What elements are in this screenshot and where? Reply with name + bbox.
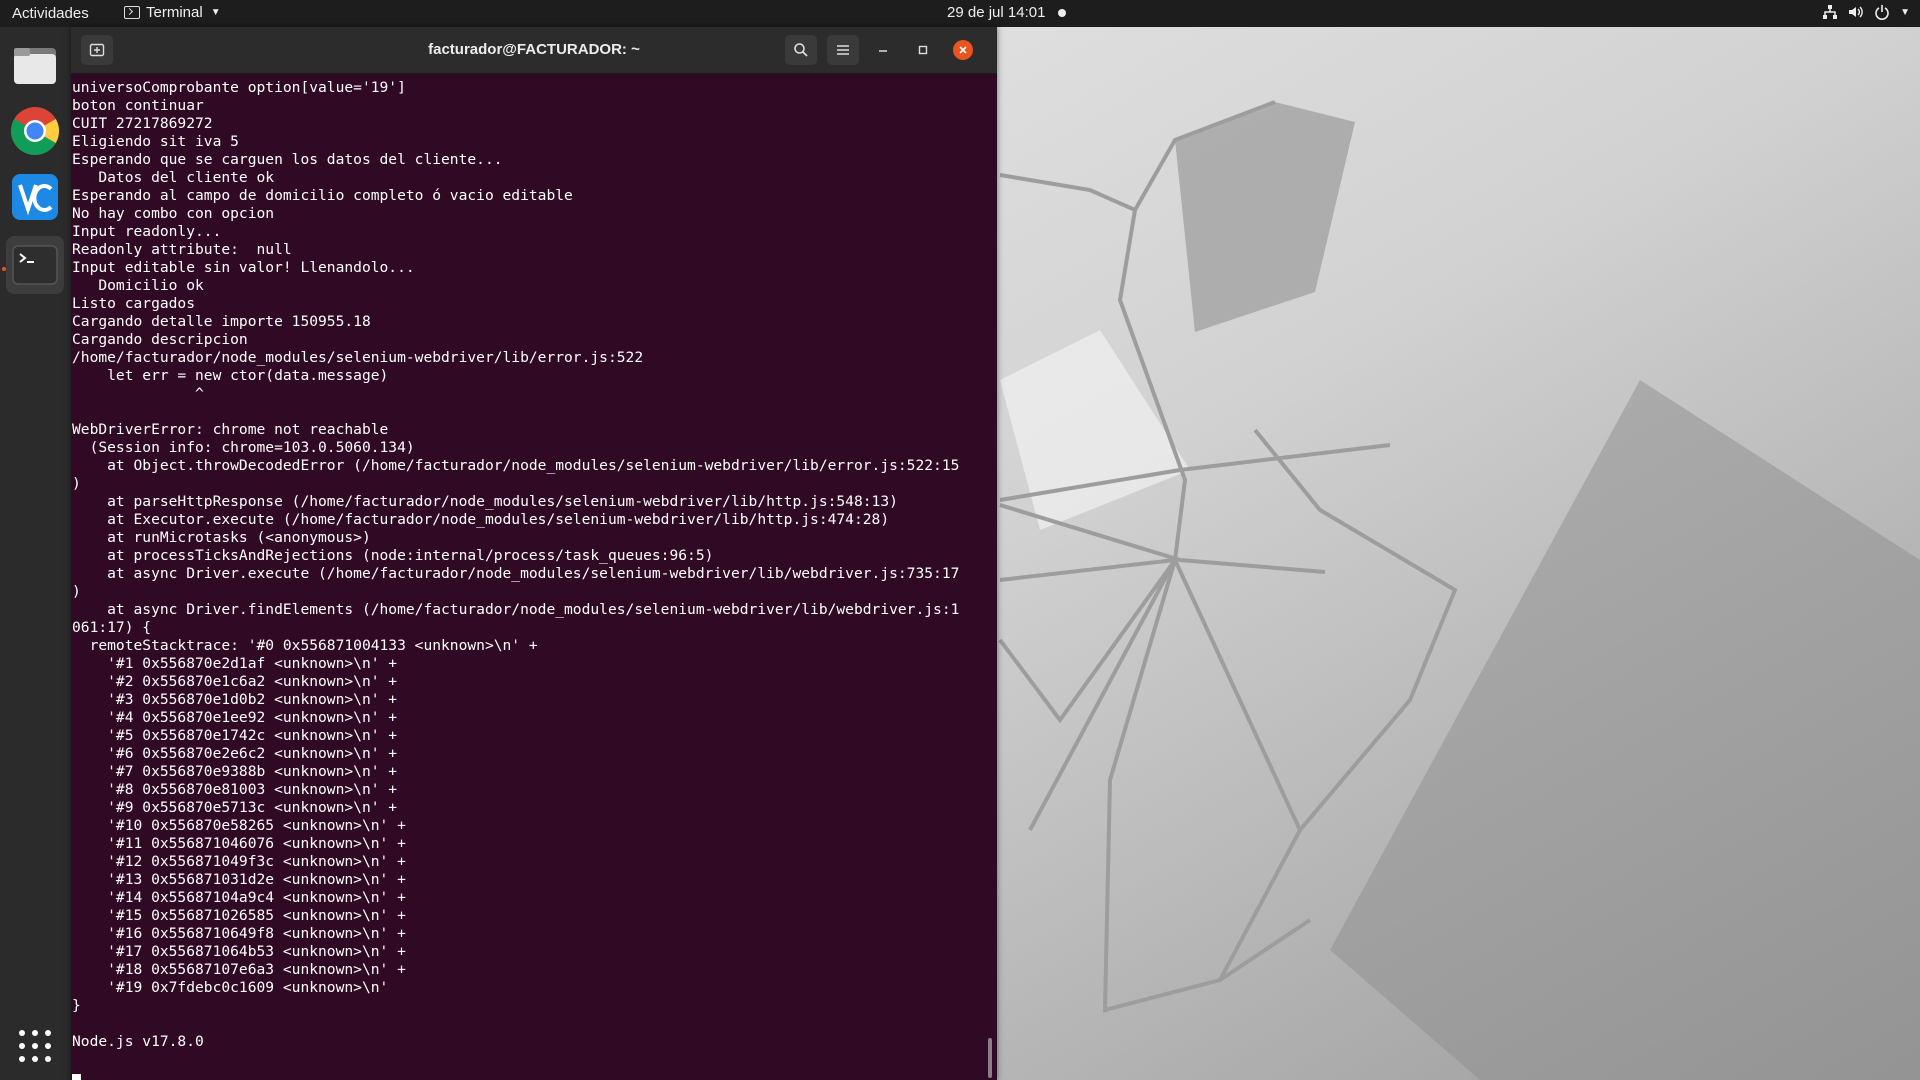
vnc-icon — [12, 174, 58, 220]
terminal-line: No hay combo con opcion — [72, 205, 275, 222]
terminal-line: '#19 0x7fdebc0c1609 <unknown>\n' — [72, 979, 389, 996]
terminal-line: '#13 0x556871031d2e <unknown>\n' + — [72, 871, 406, 888]
terminal-line: ) — [72, 475, 81, 492]
top-bar: Actividades Terminal ▼ 29 de jul 14:01 ▼ — [0, 0, 1920, 27]
terminal-line: at parseHttpResponse (/home/facturador/n… — [72, 493, 898, 510]
terminal-line: at Object.throwDecodedError (/home/factu… — [72, 457, 960, 474]
chevron-down-icon: ▼ — [1900, 6, 1910, 18]
terminal-line: Esperando que se carguen los datos del c… — [72, 151, 503, 168]
terminal-line: Readonly attribute: null — [72, 241, 292, 258]
show-applications-button[interactable] — [6, 1017, 64, 1075]
app-menu-button[interactable]: Terminal ▼ — [124, 4, 221, 21]
app-grid-icon — [19, 1030, 51, 1062]
maximize-icon — [918, 45, 928, 55]
close-button[interactable] — [953, 40, 973, 60]
terminal-line: Node.js v17.8.0 — [72, 1033, 204, 1050]
terminal-line: WebDriverError: chrome not reachable — [72, 421, 389, 438]
files-icon — [14, 48, 56, 84]
terminal-line: '#8 0x556870e81003 <unknown>\n' + — [72, 781, 398, 798]
terminal-line: at async Driver.execute (/home/facturado… — [72, 565, 960, 582]
terminal-line: '#12 0x556871049f3c <unknown>\n' + — [72, 853, 406, 870]
terminal-line: Input editable sin valor! Llenandolo... — [72, 259, 415, 276]
terminal-line: '#16 0x5568710649f8 <unknown>\n' + — [72, 925, 406, 942]
terminal-line: '#1 0x556870e2d1af <unknown>\n' + — [72, 655, 398, 672]
terminal-line: Esperando al campo de domicilio completo… — [72, 187, 573, 204]
dock — [0, 27, 71, 1080]
terminal-line: '#17 0x556871064b53 <unknown>\n' + — [72, 943, 406, 960]
text-cursor — [72, 1074, 81, 1080]
terminal-app-icon — [124, 6, 140, 19]
hamburger-menu-icon — [837, 45, 849, 55]
terminal-line: remoteStacktrace: '#0 0x556871004133 <un… — [72, 637, 538, 654]
terminal-line: at async Driver.findElements (/home/fact… — [72, 601, 960, 618]
terminal-icon — [12, 245, 58, 285]
terminal-line: 061:17) { — [72, 619, 152, 636]
terminal-line: '#7 0x556870e9388b <unknown>\n' + — [72, 763, 398, 780]
terminal-line: ) — [72, 583, 81, 600]
terminal-line: '#11 0x556871046076 <unknown>\n' + — [72, 835, 406, 852]
terminal-line: '#5 0x556870e1742c <unknown>\n' + — [72, 727, 398, 744]
terminal-line: Domicilio ok — [72, 277, 204, 294]
terminal-line: Datos del cliente ok — [72, 169, 275, 186]
terminal-line: /home/facturador/node_modules/selenium-w… — [72, 349, 644, 366]
scrollbar[interactable] — [988, 1038, 992, 1078]
terminal-window[interactable]: facturador@FACTURADOR: ~ universoComprob… — [71, 27, 997, 1080]
terminal-line: Input readonly... — [72, 223, 222, 240]
terminal-header-bar[interactable]: facturador@FACTURADOR: ~ — [71, 27, 997, 74]
menu-button[interactable] — [827, 35, 859, 65]
maximize-button[interactable] — [913, 40, 933, 60]
close-icon — [959, 46, 967, 54]
terminal-line: '#9 0x556870e5713c <unknown>\n' + — [72, 799, 398, 816]
terminal-line: '#2 0x556870e1c6a2 <unknown>\n' + — [72, 673, 398, 690]
chevron-down-icon: ▼ — [210, 7, 221, 18]
terminal-line: CUIT 27217869272 — [72, 115, 213, 132]
power-icon — [1875, 5, 1889, 20]
terminal-line: '#10 0x556870e58265 <unknown>\n' + — [72, 817, 406, 834]
dock-item-vnc[interactable] — [6, 168, 64, 226]
terminal-line: at runMicrotasks (<anonymous>) — [72, 529, 371, 546]
terminal-line: universoComprobante option[value='19'] — [72, 79, 406, 96]
terminal-line: '#4 0x556870e1ee92 <unknown>\n' + — [72, 709, 398, 726]
search-button[interactable] — [785, 35, 817, 65]
volume-icon — [1849, 6, 1863, 18]
terminal-line: '#18 0x55687107e6a3 <unknown>\n' + — [72, 961, 406, 978]
app-menu-label: Terminal — [146, 4, 203, 21]
dock-item-files[interactable] — [6, 36, 64, 94]
terminal-line: '#3 0x556870e1d0b2 <unknown>\n' + — [72, 691, 398, 708]
terminal-output[interactable]: universoComprobante option[value='19'] bo… — [71, 73, 981, 1080]
clock-button[interactable]: 29 de jul 14:01 — [947, 4, 1045, 21]
activities-button[interactable]: Actividades — [12, 5, 89, 22]
terminal-line: Eligiendo sit iva 5 — [72, 133, 239, 150]
search-icon — [794, 43, 808, 57]
terminal-line: boton continuar — [72, 97, 204, 114]
terminal-line: } — [72, 997, 81, 1014]
network-icon — [1823, 5, 1838, 19]
terminal-line: '#6 0x556870e2e6c2 <unknown>\n' + — [72, 745, 398, 762]
terminal-text: universoComprobante option[value='19'] bo… — [71, 73, 981, 1051]
terminal-line: (Session info: chrome=103.0.5060.134) — [72, 439, 415, 456]
terminal-line: ^ — [72, 385, 204, 402]
dock-item-terminal[interactable] — [6, 236, 64, 294]
terminal-line: let err = new ctor(data.message) — [72, 367, 389, 384]
minimize-icon — [879, 50, 887, 52]
terminal-line: Cargando detalle importe 150955.18 — [72, 313, 371, 330]
notification-dot — [1058, 9, 1066, 17]
minimize-button[interactable] — [873, 40, 893, 60]
terminal-line: '#14 0x55687104a9c4 <unknown>\n' + — [72, 889, 406, 906]
dock-item-chrome[interactable] — [6, 102, 64, 160]
terminal-line: at processTicksAndRejections (node:inter… — [72, 547, 714, 564]
terminal-line: Listo cargados — [72, 295, 196, 312]
terminal-line: Cargando descripcion — [72, 331, 248, 348]
system-menu-button[interactable]: ▼ — [1822, 4, 1910, 20]
terminal-line: '#15 0x556871026585 <unknown>\n' + — [72, 907, 406, 924]
chrome-icon — [10, 107, 60, 156]
terminal-line: at Executor.execute (/home/facturador/no… — [72, 511, 890, 528]
